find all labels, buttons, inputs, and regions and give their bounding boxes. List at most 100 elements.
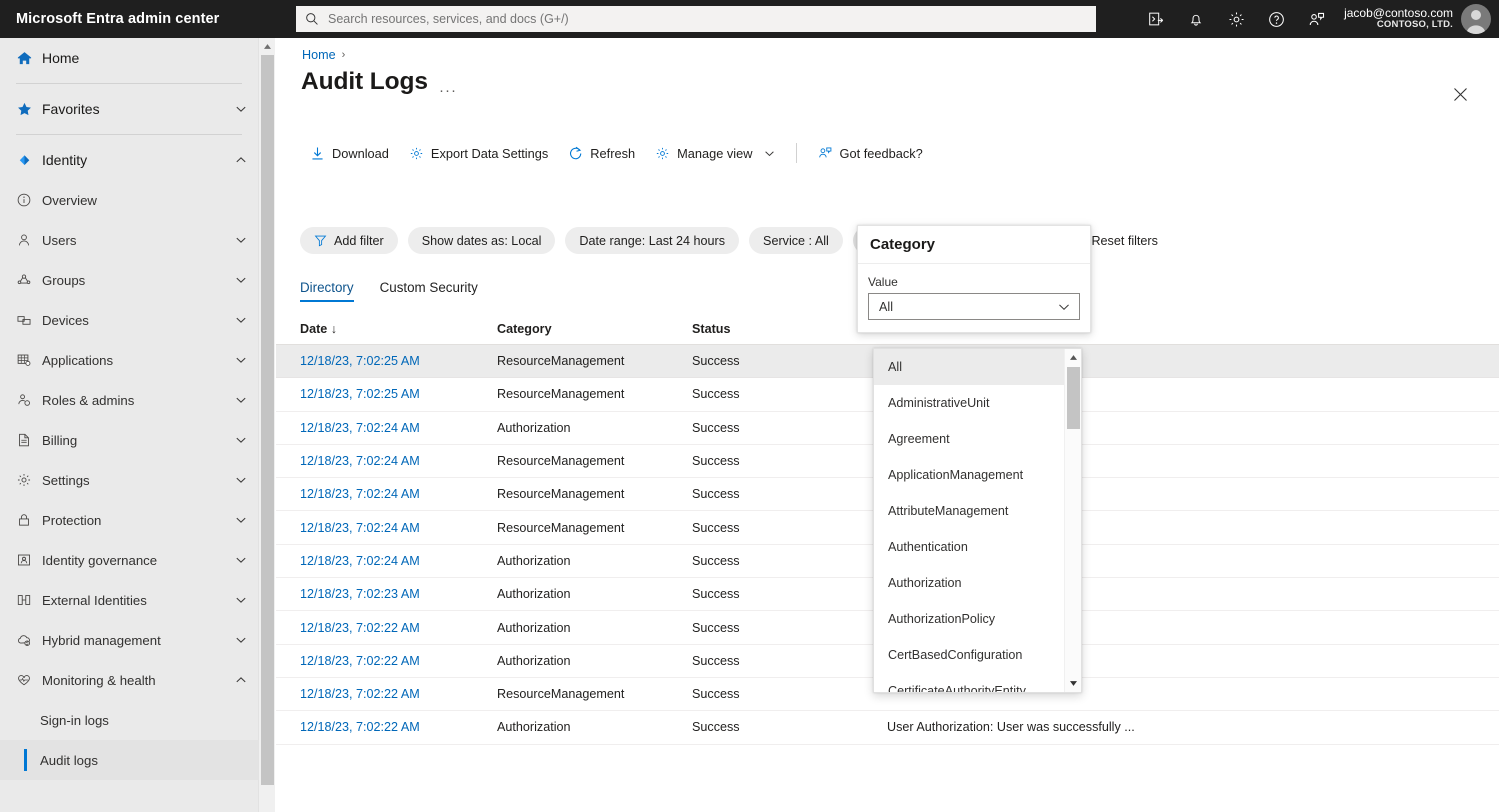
scrollbar-thumb[interactable]: [261, 55, 274, 785]
table-row[interactable]: 12/18/23, 7:02:22 AM Authorization Succe…: [276, 711, 1499, 745]
chevron-down-icon[interactable]: [234, 553, 248, 567]
tab-custom-security[interactable]: Custom Security: [380, 280, 478, 302]
cell-date[interactable]: 12/18/23, 7:02:24 AM: [300, 554, 497, 568]
sidebar-item-monitoring-health[interactable]: Monitoring & health: [0, 660, 258, 700]
add-filter-button[interactable]: Add filter: [300, 227, 398, 254]
avatar[interactable]: [1461, 4, 1491, 34]
sidebar-item-audit-logs[interactable]: Audit logs: [0, 740, 258, 780]
tab-directory[interactable]: Directory: [300, 280, 354, 302]
date-range-filter[interactable]: Date range: Last 24 hours: [565, 227, 740, 254]
gear-settings-icon[interactable]: [1216, 0, 1256, 38]
app-brand-title[interactable]: Microsoft Entra admin center: [16, 11, 219, 27]
export-data-settings-button[interactable]: Export Data Settings: [399, 138, 558, 168]
chevron-up-icon[interactable]: [234, 673, 248, 687]
sidebar-item-devices[interactable]: Devices: [0, 300, 258, 340]
chevron-down-icon[interactable]: [234, 513, 248, 527]
dropdown-option-attributemanagement[interactable]: AttributeManagement: [874, 493, 1064, 529]
scroll-up-arrow-icon[interactable]: [259, 38, 275, 55]
chevron-up-icon[interactable]: [234, 153, 248, 167]
sidebar-item-overview[interactable]: Overview: [0, 180, 258, 220]
cell-date[interactable]: 12/18/23, 7:02:24 AM: [300, 487, 497, 501]
column-header-date[interactable]: Date ↓: [300, 322, 497, 336]
help-question-icon[interactable]: [1256, 0, 1296, 38]
dropdown-option-certificateauthorityentity[interactable]: CertificateAuthorityEntity: [874, 673, 1064, 692]
cell-date[interactable]: 12/18/23, 7:02:24 AM: [300, 454, 497, 468]
search-input[interactable]: [326, 11, 1087, 27]
dropdown-scrollbar[interactable]: [1064, 349, 1081, 692]
manage-view-button[interactable]: Manage view: [645, 138, 785, 168]
sidebar-divider-1: [16, 83, 242, 84]
chevron-down-icon[interactable]: [1057, 300, 1071, 314]
dropdown-option-list[interactable]: All AdministrativeUnit Agreement Applica…: [874, 349, 1064, 692]
column-header-label: Date ↓: [300, 321, 338, 336]
chevron-down-icon[interactable]: [234, 593, 248, 607]
got-feedback-button[interactable]: Got feedback?: [807, 138, 933, 168]
sidebar-item-identity-governance[interactable]: Identity governance: [0, 540, 258, 580]
chevron-down-icon[interactable]: [234, 102, 248, 116]
sidebar-item-roles-admins[interactable]: Roles & admins: [0, 380, 258, 420]
sidebar-item-identity[interactable]: Identity: [0, 140, 258, 180]
close-icon[interactable]: [1446, 80, 1474, 108]
cloud-shell-icon[interactable]: [1136, 0, 1176, 38]
sidebar-item-settings[interactable]: Settings: [0, 460, 258, 500]
cell-date[interactable]: 12/18/23, 7:02:24 AM: [300, 521, 497, 535]
feedback-person-icon[interactable]: [1296, 0, 1336, 38]
chevron-down-icon[interactable]: [234, 353, 248, 367]
scrollbar-thumb[interactable]: [1067, 367, 1080, 429]
home-icon: [16, 50, 42, 67]
category-options-dropdown[interactable]: All AdministrativeUnit Agreement Applica…: [873, 348, 1082, 693]
chevron-down-icon[interactable]: [234, 433, 248, 447]
dropdown-option-all[interactable]: All: [874, 349, 1064, 385]
cell-date[interactable]: 12/18/23, 7:02:22 AM: [300, 687, 497, 701]
dropdown-option-applicationmanagement[interactable]: ApplicationManagement: [874, 457, 1064, 493]
sidebar-item-home[interactable]: Home: [0, 38, 258, 78]
category-value-combobox[interactable]: All: [868, 293, 1080, 320]
cell-date[interactable]: 12/18/23, 7:02:23 AM: [300, 587, 497, 601]
chevron-down-icon[interactable]: [234, 473, 248, 487]
dropdown-option-agreement[interactable]: Agreement: [874, 421, 1064, 457]
page-title: Audit Logs: [301, 68, 428, 95]
download-button[interactable]: Download: [300, 138, 399, 168]
chevron-down-icon[interactable]: [234, 313, 248, 327]
chevron-down-icon[interactable]: [234, 273, 248, 287]
global-search-box[interactable]: [296, 6, 1096, 32]
breadcrumb-home-link[interactable]: Home: [302, 48, 336, 62]
sidebar-item-favorites[interactable]: Favorites: [0, 89, 258, 129]
column-header-category[interactable]: Category: [497, 322, 692, 336]
chevron-down-icon[interactable]: [234, 633, 248, 647]
sidebar-item-external-identities[interactable]: External Identities: [0, 580, 258, 620]
sidebar-item-hybrid-management[interactable]: Hybrid management: [0, 620, 258, 660]
cell-date[interactable]: 12/18/23, 7:02:22 AM: [300, 621, 497, 635]
sidebar-item-billing[interactable]: Billing: [0, 420, 258, 460]
scroll-up-arrow-icon[interactable]: [1065, 349, 1081, 366]
chevron-down-icon[interactable]: [234, 233, 248, 247]
sidebar-item-users[interactable]: Users: [0, 220, 258, 260]
dropdown-option-authentication[interactable]: Authentication: [874, 529, 1064, 565]
cell-date[interactable]: 12/18/23, 7:02:25 AM: [300, 354, 497, 368]
cell-date[interactable]: 12/18/23, 7:02:24 AM: [300, 421, 497, 435]
chevron-down-icon[interactable]: [234, 393, 248, 407]
left-navigation-sidebar[interactable]: Home Favorites Identity Overview Users G…: [0, 38, 258, 812]
refresh-button[interactable]: Refresh: [558, 138, 645, 168]
sidebar-item-applications[interactable]: Applications: [0, 340, 258, 380]
command-label: Got feedback?: [839, 145, 923, 161]
sidebar-item-protection[interactable]: Protection: [0, 500, 258, 540]
chevron-down-icon[interactable]: [763, 147, 776, 160]
cell-date[interactable]: 12/18/23, 7:02:22 AM: [300, 720, 497, 734]
dropdown-option-certbasedconfiguration[interactable]: CertBasedConfiguration: [874, 637, 1064, 673]
dropdown-option-administrativeunit[interactable]: AdministrativeUnit: [874, 385, 1064, 421]
notifications-bell-icon[interactable]: [1176, 0, 1216, 38]
page-more-actions-button[interactable]: ···: [439, 82, 457, 99]
sidebar-scrollbar[interactable]: [258, 38, 275, 812]
account-menu[interactable]: jacob@contoso.com CONTOSO, LTD.: [1336, 0, 1499, 38]
cell-date[interactable]: 12/18/23, 7:02:22 AM: [300, 654, 497, 668]
sidebar-item-groups[interactable]: Groups: [0, 260, 258, 300]
scroll-down-arrow-icon[interactable]: [1065, 675, 1081, 692]
dropdown-option-authorization[interactable]: Authorization: [874, 565, 1064, 601]
show-dates-as-filter[interactable]: Show dates as: Local: [407, 227, 556, 254]
cell-date[interactable]: 12/18/23, 7:02:25 AM: [300, 387, 497, 401]
service-filter[interactable]: Service : All: [749, 227, 843, 254]
category-filter-flyout[interactable]: Category Value All: [857, 225, 1091, 333]
sidebar-item-sign-in-logs[interactable]: Sign-in logs: [0, 700, 258, 740]
dropdown-option-authorizationpolicy[interactable]: AuthorizationPolicy: [874, 601, 1064, 637]
